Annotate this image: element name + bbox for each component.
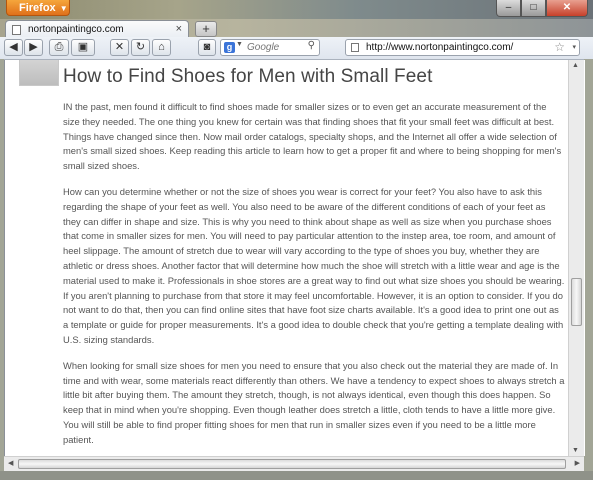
- article-body: IN the past, men found it difficult to f…: [63, 100, 565, 456]
- site-identity-icon[interactable]: [351, 43, 359, 52]
- page-favicon-icon: [12, 25, 21, 35]
- search-input[interactable]: [247, 41, 307, 54]
- bookmark-icon: ◙: [203, 41, 211, 53]
- firefox-menu-label: Firefox: [19, 2, 56, 14]
- horizontal-scroll-thumb[interactable]: [18, 459, 566, 469]
- reload-icon: ↻: [135, 41, 146, 53]
- window-frame-right: [584, 59, 593, 471]
- home-button[interactable]: ⌂: [152, 39, 171, 56]
- stop-button[interactable]: ✕: [110, 39, 129, 56]
- tab-bar: nortonpaintingco.com × +: [0, 19, 593, 39]
- article-paragraph: How can you determine whether or not the…: [63, 185, 565, 345]
- print-button[interactable]: ⎙: [49, 39, 69, 56]
- search-bar: g ▼ ⚲: [220, 39, 320, 56]
- vertical-scroll-thumb[interactable]: [571, 278, 582, 326]
- scroll-left-icon[interactable]: ◀: [8, 459, 13, 467]
- google-icon[interactable]: g: [224, 42, 235, 53]
- title-bar: Firefox ▼ – □ ✕: [0, 0, 593, 19]
- article-paragraph: When looking for small size shoes for me…: [63, 359, 565, 445]
- camera-icon: ▣: [77, 41, 89, 53]
- minimize-button[interactable]: –: [496, 0, 521, 17]
- screenshot-button[interactable]: ▣: [71, 39, 95, 56]
- address-bar: ☆ ▾: [345, 39, 580, 56]
- home-icon: ⌂: [158, 41, 165, 53]
- scroll-right-icon[interactable]: ▶: [575, 459, 580, 467]
- forward-arrow-icon: ▶: [29, 41, 38, 53]
- url-input[interactable]: [366, 41, 536, 54]
- forward-button[interactable]: ▶: [24, 39, 43, 56]
- author-avatar: [19, 60, 59, 86]
- firefox-menu-button[interactable]: Firefox ▼: [6, 0, 70, 16]
- scroll-down-icon[interactable]: ▼: [572, 447, 579, 454]
- vertical-scrollbar[interactable]: ▲ ▼: [568, 60, 584, 456]
- page-viewport: How to Find Shoes for Men with Small Fee…: [4, 60, 585, 456]
- scroll-up-icon[interactable]: ▲: [572, 62, 579, 69]
- bookmarks-button[interactable]: ◙: [198, 39, 216, 56]
- printer-icon: ⎙: [54, 41, 64, 53]
- chevron-down-icon: ▼: [59, 4, 68, 13]
- article-paragraph: IN the past, men found it difficult to f…: [63, 101, 562, 172]
- new-tab-button[interactable]: +: [195, 21, 217, 37]
- navigation-toolbar: ◀ ▶ ⎙ ▣ ✕ ↻ ⌂ ◙ g ▼ ⚲ ☆ ▾: [0, 37, 593, 60]
- horizontal-scrollbar[interactable]: ◀ ▶: [4, 456, 584, 471]
- reload-button[interactable]: ↻: [131, 39, 150, 56]
- stop-icon: ✕: [114, 41, 125, 53]
- search-engine-chevron-icon[interactable]: ▼: [236, 41, 243, 48]
- bookmark-star-icon[interactable]: ☆: [554, 40, 565, 55]
- article-title: How to Find Shoes for Men with Small Fee…: [63, 66, 433, 87]
- maximize-button[interactable]: □: [521, 0, 546, 17]
- search-icon[interactable]: ⚲: [308, 40, 315, 51]
- window-frame-bottom: [0, 471, 593, 480]
- url-history-dropdown-icon[interactable]: ▾: [572, 41, 576, 55]
- back-arrow-icon: ◀: [9, 41, 18, 53]
- close-window-button[interactable]: ✕: [546, 0, 588, 17]
- tab-close-icon[interactable]: ×: [176, 21, 182, 38]
- back-button[interactable]: ◀: [4, 39, 23, 56]
- tab-label: nortonpaintingco.com: [28, 24, 124, 35]
- window-controls: – □ ✕: [496, 0, 588, 18]
